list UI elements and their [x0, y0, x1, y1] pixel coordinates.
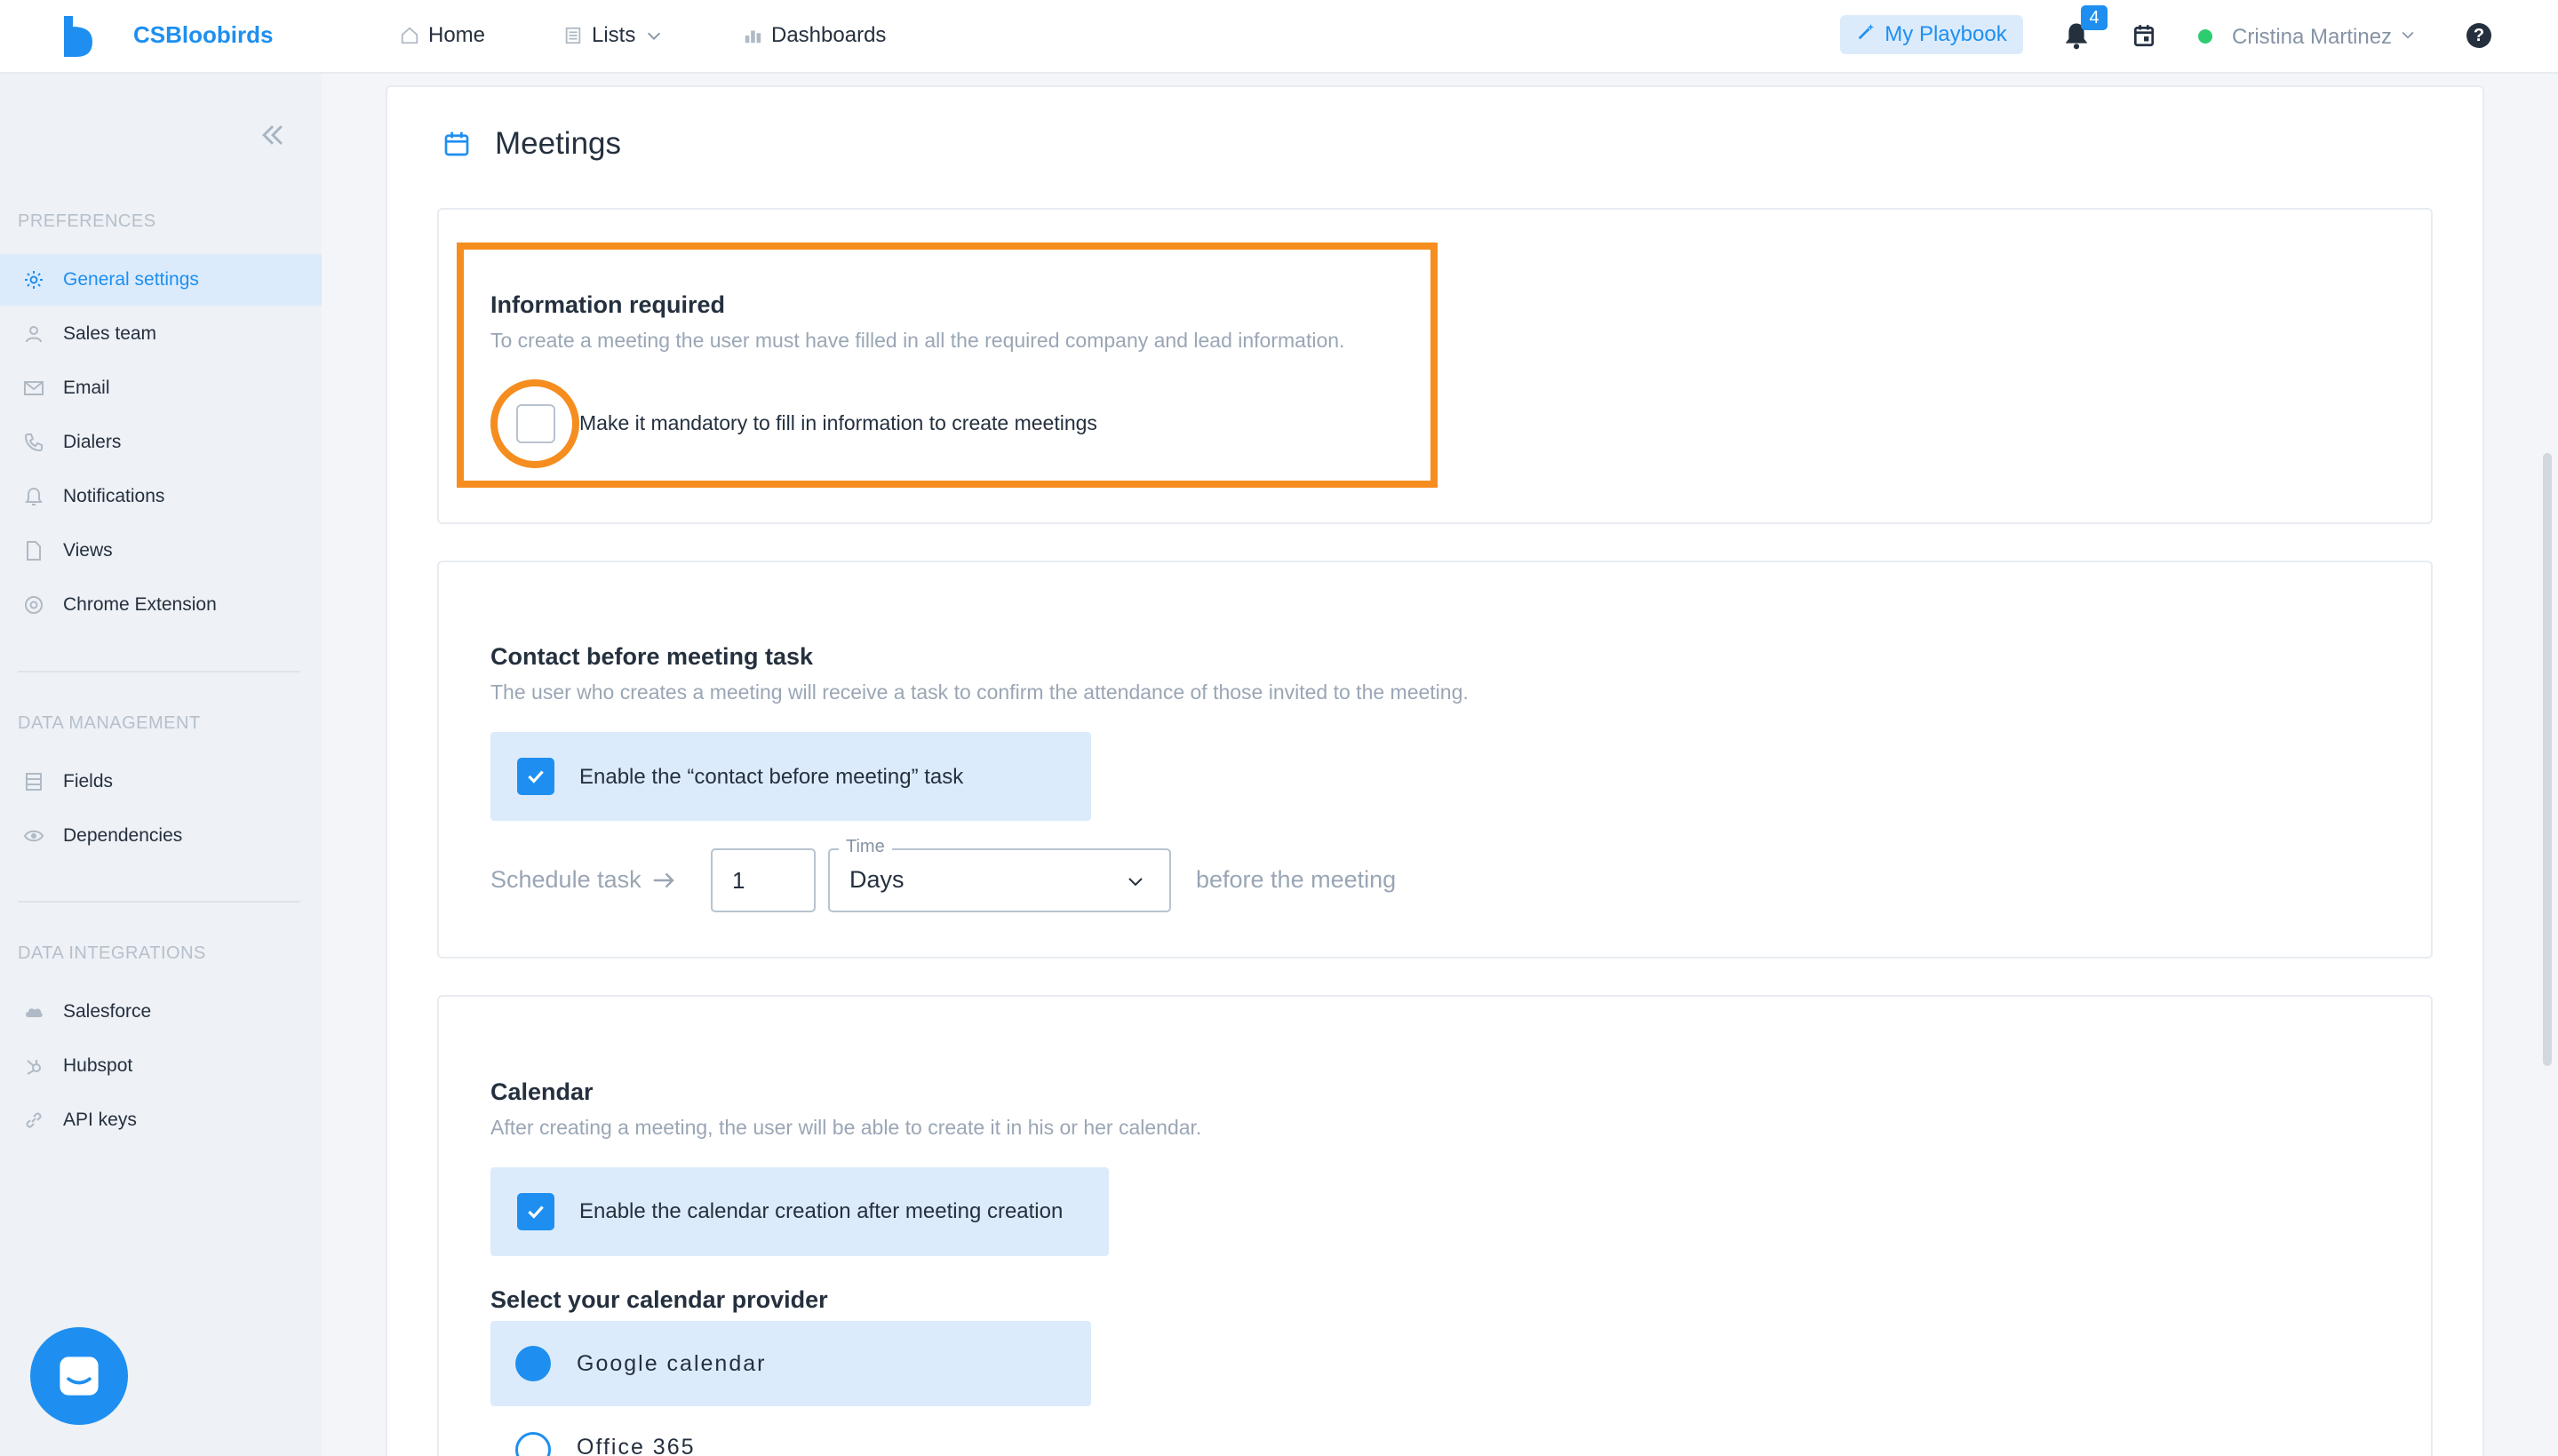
sidebar-item-api-keys[interactable]: API keys — [0, 1094, 322, 1146]
calendar-creation-label: Enable the calendar creation after meeti… — [579, 1199, 1064, 1223]
nav-dashboards[interactable]: Dashboards — [743, 23, 886, 48]
sidebar-item-label: Views — [63, 540, 113, 561]
calendar-provider-title: Select your calendar provider — [490, 1286, 828, 1313]
calendar-quick-icon[interactable] — [2132, 23, 2156, 48]
sidebar-divider — [18, 671, 300, 672]
sidebar-item-hubspot[interactable]: Hubspot — [0, 1040, 322, 1092]
user-name-label: Cristina Martinez — [2232, 25, 2393, 49]
google-calendar-radio[interactable] — [515, 1346, 551, 1381]
sidebar-item-label: Dialers — [63, 432, 122, 452]
bloobirds-logo-icon[interactable] — [60, 16, 96, 57]
sidebar-item-dependencies[interactable]: Dependencies — [0, 810, 322, 862]
sidebar-item-label: Sales team — [63, 323, 157, 344]
before-meeting-label: before the meeting — [1196, 866, 1397, 893]
chrome-icon — [23, 594, 44, 616]
check-icon — [528, 1205, 544, 1219]
bell-icon — [23, 486, 44, 507]
chat-icon — [60, 1357, 99, 1396]
schedule-amount-input[interactable]: 1 — [711, 848, 816, 912]
link-icon — [23, 1110, 44, 1131]
nav-home[interactable]: Home — [400, 23, 485, 48]
sidebar-item-notifications[interactable]: Notifications — [0, 471, 322, 522]
sidebar-item-label: API keys — [63, 1110, 137, 1130]
time-unit-value: Days — [849, 866, 904, 893]
eye-icon — [23, 825, 44, 847]
user-menu[interactable]: Cristina Martinez — [2232, 25, 2417, 50]
highlight-box — [457, 243, 1438, 488]
sidebar-item-label: Email — [63, 378, 110, 398]
google-calendar-label: Google calendar — [577, 1351, 767, 1376]
info-required-description: To create a meeting the user must have f… — [490, 329, 1345, 352]
sidebar-divider — [18, 901, 300, 903]
hubspot-icon — [23, 1055, 44, 1077]
calendar-icon — [444, 131, 469, 156]
brand-name[interactable]: CSBloobirds — [133, 21, 273, 49]
sidebar-section-data-integrations: DATA INTEGRATIONS — [18, 943, 206, 963]
my-playbook-label: My Playbook — [1885, 22, 2007, 46]
salesforce-icon — [23, 1001, 44, 1022]
sidebar-item-label: General settings — [63, 269, 199, 290]
magic-wand-icon — [1856, 22, 1876, 48]
file-icon — [23, 540, 44, 561]
mail-icon — [23, 378, 44, 399]
fields-icon — [23, 771, 44, 792]
user-icon — [23, 323, 44, 345]
sidebar-item-fields[interactable]: Fields — [0, 756, 322, 808]
sidebar-item-salesforce[interactable]: Salesforce — [0, 986, 322, 1038]
sidebar-item-chrome-extension[interactable]: Chrome Extension — [0, 579, 322, 631]
my-playbook-button[interactable]: My Playbook — [1840, 15, 2023, 54]
list-icon — [563, 26, 583, 45]
schedule-task-text: Schedule task — [490, 866, 641, 893]
gear-icon — [23, 269, 44, 290]
contact-task-label: Enable the “contact before meeting” task — [579, 765, 964, 789]
sidebar-item-label: Hubspot — [63, 1055, 133, 1076]
top-bar: CSBloobirds Home Lists Dashboards My Pla… — [0, 0, 2558, 74]
schedule-task-label: Schedule task — [490, 866, 677, 894]
chevron-down-icon — [2399, 25, 2417, 50]
time-unit-legend: Time — [839, 837, 892, 857]
contact-task-title: Contact before meeting task — [490, 643, 814, 670]
collapse-sidebar-icon[interactable] — [258, 120, 288, 150]
chat-launcher-button[interactable] — [30, 1327, 128, 1425]
phone-icon — [23, 432, 44, 453]
sidebar-section-preferences: PREFERENCES — [18, 211, 156, 231]
bar-chart-icon — [743, 26, 762, 45]
highlight-ring — [490, 379, 579, 468]
calendar-description: After creating a meeting, the user will … — [490, 1116, 1202, 1139]
calendar-creation-checkbox[interactable] — [517, 1193, 554, 1230]
home-icon — [400, 26, 419, 45]
nav-dashboards-label: Dashboards — [771, 23, 887, 47]
nav-lists-label: Lists — [592, 23, 636, 47]
sidebar-item-general-settings[interactable]: General settings — [0, 254, 322, 306]
scrollbar[interactable] — [2543, 453, 2552, 1066]
sidebar-section-data-management: DATA MANAGEMENT — [18, 713, 201, 733]
check-icon — [528, 770, 544, 784]
sidebar-item-sales-team[interactable]: Sales team — [0, 308, 322, 360]
sidebar-item-label: Salesforce — [63, 1001, 152, 1022]
sidebar-item-label: Notifications — [63, 486, 165, 506]
sidebar-item-label: Chrome Extension — [63, 594, 217, 615]
nav-home-label: Home — [428, 23, 486, 47]
sidebar-item-label: Fields — [63, 771, 114, 792]
arrow-right-icon — [653, 872, 674, 887]
help-icon[interactable]: ? — [2466, 23, 2491, 48]
notification-count-badge: 4 — [2081, 5, 2108, 30]
contact-task-description: The user who creates a meeting will rece… — [490, 680, 1469, 704]
chevron-down-icon — [1128, 878, 1143, 887]
sidebar-item-views[interactable]: Views — [0, 525, 322, 577]
contact-task-checkbox[interactable] — [517, 758, 554, 795]
online-status-dot — [2198, 29, 2212, 44]
info-required-title: Information required — [490, 291, 726, 318]
office365-label: Office 365 — [577, 1435, 696, 1456]
sidebar-item-email[interactable]: Email — [0, 362, 322, 414]
page-title: Meetings — [495, 126, 622, 161]
sidebar-item-label: Dependencies — [63, 825, 183, 846]
mandatory-info-label[interactable]: Make it mandatory to fill in information… — [579, 411, 1097, 435]
nav-lists[interactable]: Lists — [563, 23, 664, 48]
calendar-title: Calendar — [490, 1078, 594, 1105]
sidebar-item-dialers[interactable]: Dialers — [0, 417, 322, 468]
chevron-down-icon — [644, 26, 664, 45]
